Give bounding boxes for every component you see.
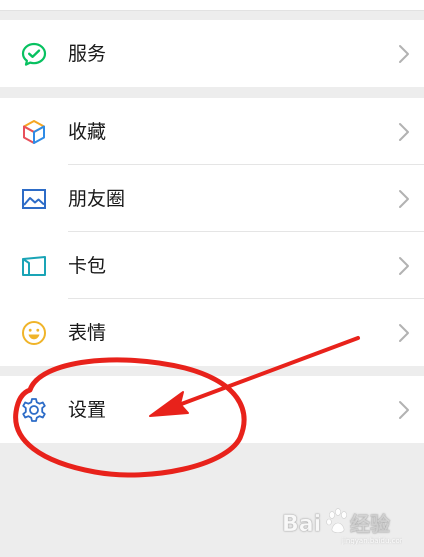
menu-item-favorites[interactable]: 收藏 <box>0 98 424 165</box>
moments-image-icon <box>20 185 48 213</box>
menu-item-label: 朋友圈 <box>68 187 126 210</box>
menu-group-personal: 收藏 朋友圈 卡包 表情 <box>0 98 424 366</box>
menu-group-settings: 设置 <box>0 376 424 443</box>
svg-text:经验: 经验 <box>350 512 390 536</box>
top-section-edge <box>0 0 424 11</box>
card-wallet-icon <box>20 252 48 280</box>
menu-item-label: 设置 <box>68 398 107 421</box>
chevron-right-icon <box>398 189 410 209</box>
menu-group-services: 服务 <box>0 20 424 87</box>
menu-item-settings[interactable]: 设置 <box>0 376 424 443</box>
svg-text:jingyan.baidu.com: jingyan.baidu.com <box>341 537 402 545</box>
menu-item-label: 服务 <box>68 42 107 65</box>
chevron-right-icon <box>398 256 410 276</box>
baidu-paw-logo: Bai 经验 jingyan.baidu.com <box>282 508 402 545</box>
menu-item-stickers[interactable]: 表情 <box>0 299 424 366</box>
settings-gear-icon <box>20 396 48 424</box>
baidu-jingyan-watermark: Bai 经验 jingyan.baidu.com <box>282 501 402 545</box>
menu-item-label: 卡包 <box>68 254 107 277</box>
chevron-right-icon <box>398 44 410 64</box>
menu-item-cards[interactable]: 卡包 <box>0 232 424 299</box>
menu-item-service[interactable]: 服务 <box>0 20 424 87</box>
menu-item-label: 表情 <box>68 321 107 344</box>
svg-text:Bai: Bai <box>282 512 321 537</box>
chevron-right-icon <box>398 323 410 343</box>
chevron-right-icon <box>398 122 410 142</box>
menu-item-label: 收藏 <box>68 120 107 143</box>
menu-item-moments[interactable]: 朋友圈 <box>0 165 424 232</box>
service-icon <box>20 40 48 68</box>
favorites-cube-icon <box>20 118 48 146</box>
sticker-smiley-icon <box>20 319 48 347</box>
chevron-right-icon <box>398 400 410 420</box>
me-tab-menu-screen: 服务 收藏 朋友圈 卡包 表情 设置 <box>0 0 424 557</box>
